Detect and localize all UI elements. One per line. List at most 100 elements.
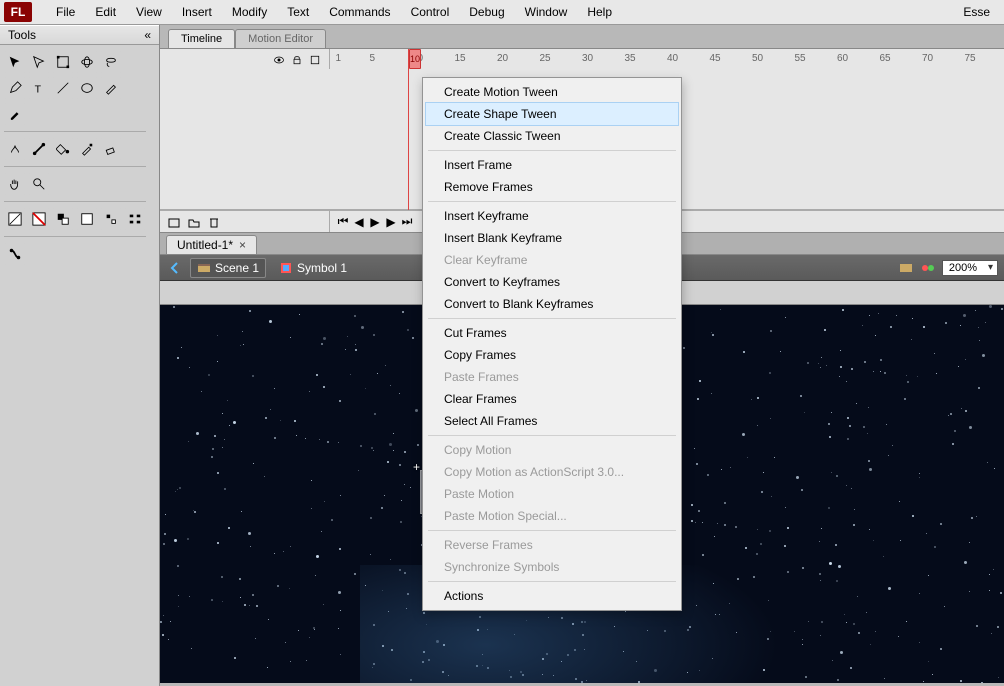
play-button[interactable]: ▶ bbox=[368, 215, 382, 229]
lock-icon[interactable] bbox=[291, 54, 303, 66]
menu-text[interactable]: Text bbox=[277, 1, 319, 23]
context-menu-item[interactable]: Insert Blank Keyframe bbox=[426, 227, 678, 249]
menu-file[interactable]: File bbox=[46, 1, 85, 23]
fill-color-swatch[interactable] bbox=[28, 208, 50, 230]
ruler-tick: 70 bbox=[922, 53, 933, 64]
menu-commands[interactable]: Commands bbox=[319, 1, 400, 23]
context-menu-item[interactable]: Clear Frames bbox=[426, 388, 678, 410]
context-menu-item[interactable]: Copy Frames bbox=[426, 344, 678, 366]
menu-separator bbox=[428, 530, 676, 531]
goto-last-button[interactable]: ⏭ bbox=[400, 215, 414, 229]
text-tool[interactable]: T bbox=[28, 77, 50, 99]
rectangle-tool[interactable] bbox=[76, 77, 98, 99]
options-icon[interactable] bbox=[124, 208, 146, 230]
zoom-tool[interactable] bbox=[28, 173, 50, 195]
scene-breadcrumb[interactable]: Scene 1 bbox=[190, 258, 266, 278]
document-tab[interactable]: Untitled-1* × bbox=[166, 235, 257, 254]
context-menu-item[interactable]: Create Motion Tween bbox=[426, 81, 678, 103]
panel-collapse-icon[interactable]: « bbox=[144, 28, 151, 42]
deco-tool[interactable] bbox=[4, 138, 26, 160]
ruler-tick: 45 bbox=[710, 53, 721, 64]
context-menu-item: Copy Motion bbox=[426, 439, 678, 461]
free-transform-tool[interactable] bbox=[52, 51, 74, 73]
ruler-tick: 20 bbox=[497, 53, 508, 64]
paint-bucket-tool[interactable] bbox=[52, 138, 74, 160]
svg-text:T: T bbox=[35, 83, 42, 95]
workspace-switcher[interactable]: Esse bbox=[953, 1, 1000, 23]
step-back-button[interactable]: ◀ bbox=[352, 215, 366, 229]
menu-control[interactable]: Control bbox=[401, 1, 460, 23]
ruler-tick: 35 bbox=[625, 53, 636, 64]
context-menu-item: Copy Motion as ActionScript 3.0... bbox=[426, 461, 678, 483]
ruler-tick: 40 bbox=[667, 53, 678, 64]
back-arrow-icon[interactable] bbox=[166, 259, 184, 277]
tools-panel: Tools « T bbox=[0, 25, 160, 686]
context-menu-item[interactable]: Insert Keyframe bbox=[426, 205, 678, 227]
context-menu-item: Paste Motion bbox=[426, 483, 678, 505]
context-menu-item[interactable]: Convert to Blank Keyframes bbox=[426, 293, 678, 315]
selection-tool[interactable] bbox=[4, 51, 26, 73]
menu-window[interactable]: Window bbox=[515, 1, 578, 23]
brush-tool[interactable] bbox=[4, 103, 26, 125]
context-menu-item[interactable]: Select All Frames bbox=[426, 410, 678, 432]
menu-modify[interactable]: Modify bbox=[222, 1, 277, 23]
ruler-tick: 65 bbox=[880, 53, 891, 64]
no-color-icon[interactable] bbox=[76, 208, 98, 230]
layer-footer-controls bbox=[160, 211, 330, 232]
menu-separator bbox=[428, 318, 676, 319]
menu-help[interactable]: Help bbox=[577, 1, 622, 23]
tab-timeline[interactable]: Timeline bbox=[168, 29, 235, 48]
context-menu-item[interactable]: Convert to Keyframes bbox=[426, 271, 678, 293]
swap-colors-icon[interactable] bbox=[100, 208, 122, 230]
scene-label: Scene 1 bbox=[215, 261, 259, 275]
menu-separator bbox=[428, 150, 676, 151]
eyedropper-tool[interactable] bbox=[76, 138, 98, 160]
step-forward-button[interactable]: ▶ bbox=[384, 215, 398, 229]
menu-edit[interactable]: Edit bbox=[85, 1, 126, 23]
context-menu-item[interactable]: Create Classic Tween bbox=[426, 125, 678, 147]
pencil-tool[interactable] bbox=[100, 77, 122, 99]
3d-rotation-tool[interactable] bbox=[76, 51, 98, 73]
context-menu-item[interactable]: Cut Frames bbox=[426, 322, 678, 344]
playhead-line bbox=[408, 49, 409, 210]
goto-first-button[interactable]: ⏮ bbox=[336, 215, 350, 229]
lasso-tool[interactable] bbox=[100, 51, 122, 73]
eraser-tool[interactable] bbox=[100, 138, 122, 160]
close-icon[interactable]: × bbox=[239, 238, 246, 252]
outline-icon[interactable] bbox=[309, 54, 321, 66]
hand-tool[interactable] bbox=[4, 173, 26, 195]
edit-symbols-icon[interactable] bbox=[920, 260, 936, 276]
menu-separator bbox=[428, 435, 676, 436]
context-menu-item: Paste Frames bbox=[426, 366, 678, 388]
menu-insert[interactable]: Insert bbox=[172, 1, 222, 23]
delete-layer-button[interactable] bbox=[206, 214, 222, 230]
new-layer-button[interactable] bbox=[166, 214, 182, 230]
zoom-dropdown[interactable]: 200% bbox=[942, 260, 998, 276]
menu-debug[interactable]: Debug bbox=[459, 1, 514, 23]
document-tab-label: Untitled-1* bbox=[177, 238, 233, 252]
context-menu-item[interactable]: Insert Frame bbox=[426, 154, 678, 176]
context-menu-item[interactable]: Create Shape Tween bbox=[426, 103, 678, 125]
menu-view[interactable]: View bbox=[126, 1, 172, 23]
black-white-swap[interactable] bbox=[52, 208, 74, 230]
edit-scene-icon[interactable] bbox=[898, 260, 914, 276]
subselection-tool[interactable] bbox=[28, 51, 50, 73]
new-folder-button[interactable] bbox=[186, 214, 202, 230]
ruler-tick: 30 bbox=[582, 53, 593, 64]
app-logo: FL bbox=[4, 2, 32, 22]
context-menu-item[interactable]: Actions bbox=[426, 585, 678, 607]
pen-tool[interactable] bbox=[4, 77, 26, 99]
frames-ruler[interactable]: 1510152025303540455055606570758010 bbox=[330, 49, 1004, 70]
eye-icon[interactable] bbox=[273, 54, 285, 66]
bone-tool[interactable] bbox=[28, 138, 50, 160]
symbol-breadcrumb[interactable]: Symbol 1 bbox=[272, 258, 354, 278]
timeline-context-menu: Create Motion TweenCreate Shape TweenCre… bbox=[422, 77, 682, 611]
playhead[interactable]: 10 bbox=[409, 49, 421, 69]
symbol-label: Symbol 1 bbox=[297, 261, 347, 275]
snap-to-object[interactable] bbox=[4, 243, 26, 265]
menubar: FL File Edit View Insert Modify Text Com… bbox=[0, 0, 1004, 25]
tab-motion-editor[interactable]: Motion Editor bbox=[235, 29, 326, 48]
context-menu-item[interactable]: Remove Frames bbox=[426, 176, 678, 198]
stroke-color-swatch[interactable] bbox=[4, 208, 26, 230]
line-tool[interactable] bbox=[52, 77, 74, 99]
